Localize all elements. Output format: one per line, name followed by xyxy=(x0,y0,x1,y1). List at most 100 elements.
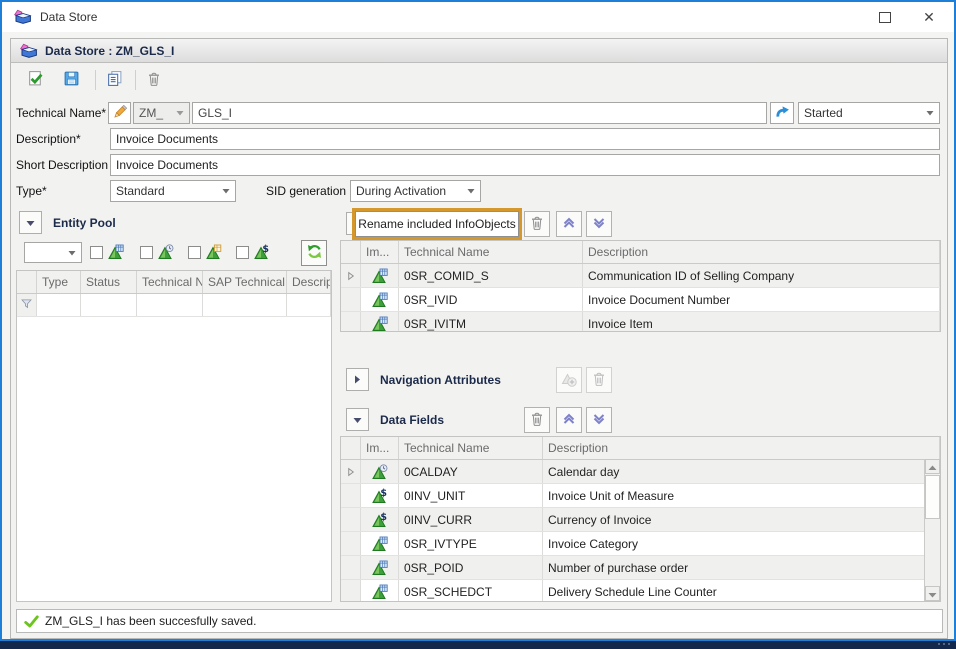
table-row[interactable]: 0SR_POIDNumber of purchase order xyxy=(341,556,926,580)
description-cell: Currency of Invoice xyxy=(543,508,926,531)
data-fields-move-down-button[interactable] xyxy=(586,407,612,433)
data-fields-move-up-button[interactable] xyxy=(556,407,582,433)
chevron-up-icon xyxy=(561,215,577,234)
activate-icon xyxy=(27,70,44,90)
entity-pool-collapse-button[interactable] xyxy=(19,211,42,234)
column-header[interactable]: Technical Name xyxy=(399,241,583,263)
data-store-dialog: Data Store : ZM_GLS_I Technical Name* ZM… xyxy=(10,38,948,639)
short-description-label: Short Description xyxy=(16,154,108,176)
entity-pool-table: Type Status Technical N... SAP Technical… xyxy=(16,270,332,602)
column-header[interactable]: Type xyxy=(37,271,81,293)
key-fields-delete-button[interactable] xyxy=(524,211,550,237)
close-icon: ✕ xyxy=(923,9,935,26)
time-icon xyxy=(361,460,399,483)
svg-text:$: $ xyxy=(380,512,387,523)
data-fields-scrollbar[interactable] xyxy=(924,459,940,601)
filter-key-figures-checkbox[interactable] xyxy=(236,246,249,259)
delete-button[interactable] xyxy=(141,67,167,93)
undo-button[interactable] xyxy=(770,102,794,124)
copy-button[interactable] xyxy=(101,67,127,93)
column-header[interactable]: Technical Name xyxy=(399,437,543,459)
table-row[interactable]: 0SR_IVITMInvoice Item xyxy=(341,312,940,332)
column-header[interactable]: Description xyxy=(543,437,940,459)
chevron-down-icon xyxy=(176,110,184,116)
filter-time-characteristics-checkbox[interactable] xyxy=(140,246,153,259)
navigation-attributes-title: Navigation Attributes xyxy=(380,373,501,387)
entity-filter-dropdown[interactable] xyxy=(24,242,82,263)
description-cell: Invoice Item xyxy=(583,312,940,332)
table-row[interactable]: 0SR_COMID_SCommunication ID of Selling C… xyxy=(341,264,940,288)
column-header[interactable]: Status xyxy=(81,271,137,293)
close-button[interactable]: ✕ xyxy=(912,2,946,32)
refresh-button[interactable] xyxy=(301,240,327,266)
scroll-down-icon xyxy=(928,587,937,601)
svg-text:$: $ xyxy=(380,488,387,499)
column-header[interactable]: Im... xyxy=(361,241,399,263)
activate-button[interactable] xyxy=(22,67,48,93)
data-fields-collapse-button[interactable] xyxy=(346,408,369,431)
navigation-attributes-collapse-button[interactable] xyxy=(346,368,369,391)
technical-name-cell: 0SR_IVITM xyxy=(399,312,583,332)
navigation-attributes-delete-button[interactable] xyxy=(586,367,612,393)
maximize-icon xyxy=(879,12,891,23)
type-dropdown[interactable]: Standard xyxy=(110,180,236,202)
column-header[interactable]: Im... xyxy=(361,437,399,459)
desktop-strip xyxy=(0,641,956,649)
short-description-input[interactable] xyxy=(110,154,940,176)
table-row[interactable]: 0SR_IVTYPEInvoice Category xyxy=(341,532,926,556)
description-cell: Delivery Schedule Line Counter xyxy=(543,580,926,602)
sid-generation-dropdown[interactable]: During Activation xyxy=(350,180,481,202)
prefix-dropdown[interactable]: ZM_ xyxy=(133,102,190,124)
add-navigation-attribute-button[interactable] xyxy=(556,367,582,393)
rename-infoobjects-button[interactable]: Rename included InfoObjects xyxy=(355,211,519,237)
row-selector xyxy=(341,556,361,579)
filter-cell[interactable] xyxy=(287,294,331,316)
scrollbar-thumb[interactable] xyxy=(925,475,940,519)
chevron-down-icon xyxy=(26,216,35,230)
status-dropdown[interactable]: Started xyxy=(798,102,940,124)
scroll-down-button[interactable] xyxy=(925,586,940,601)
pencil-icon xyxy=(112,104,128,123)
table-row[interactable]: $0INV_CURRCurrency of Invoice xyxy=(341,508,926,532)
row-selector xyxy=(341,580,361,602)
table-row[interactable]: 0SR_SCHEDCTDelivery Schedule Line Counte… xyxy=(341,580,926,602)
chevron-down-icon xyxy=(591,411,607,430)
entity-pool-header: Type Status Technical N... SAP Technical… xyxy=(17,271,331,294)
key-fields-move-up-button[interactable] xyxy=(556,211,582,237)
resize-grip[interactable] xyxy=(938,643,950,645)
description-cell: Invoice Unit of Measure xyxy=(543,484,926,507)
characteristic-icon xyxy=(361,556,399,579)
description-cell: Communication ID of Selling Company xyxy=(583,264,940,287)
column-header[interactable]: Technical N... xyxy=(137,271,203,293)
filter-units-checkbox[interactable] xyxy=(188,246,201,259)
column-header[interactable]: SAP Technical ... xyxy=(203,271,287,293)
window-title: Data Store xyxy=(40,10,97,24)
description-cell: Number of purchase order xyxy=(543,556,926,579)
table-row[interactable]: 0SR_IVIDInvoice Document Number xyxy=(341,288,940,312)
data-fields-delete-button[interactable] xyxy=(524,407,550,433)
filter-cell[interactable] xyxy=(203,294,287,316)
technical-name-cell: 0SR_COMID_S xyxy=(399,264,583,287)
description-input[interactable] xyxy=(110,128,940,150)
filter-cell[interactable] xyxy=(137,294,203,316)
svg-text:$: $ xyxy=(262,244,269,255)
data-fields-table: Im... Technical Name Description 0CALDAY… xyxy=(340,436,941,602)
column-header[interactable]: Descrip... xyxy=(287,271,331,293)
scroll-up-button[interactable] xyxy=(925,459,940,474)
key-fields-move-down-button[interactable] xyxy=(586,211,612,237)
table-row[interactable]: 0CALDAYCalendar day xyxy=(341,460,926,484)
row-selector xyxy=(341,264,361,287)
trash-icon xyxy=(529,215,545,234)
save-button[interactable] xyxy=(58,67,84,93)
column-header[interactable]: Description xyxy=(583,241,940,263)
dialog-header: Data Store : ZM_GLS_I xyxy=(11,39,947,63)
technical-name-input[interactable] xyxy=(192,102,767,124)
maximize-button[interactable] xyxy=(868,2,902,32)
filter-cell[interactable] xyxy=(81,294,137,316)
description-cell: Calendar day xyxy=(543,460,926,483)
filter-cell[interactable] xyxy=(37,294,81,316)
edit-name-button[interactable] xyxy=(108,102,131,124)
prefix-value: ZM_ xyxy=(139,106,163,120)
table-row[interactable]: $0INV_UNITInvoice Unit of Measure xyxy=(341,484,926,508)
filter-characteristics-checkbox[interactable] xyxy=(90,246,103,259)
